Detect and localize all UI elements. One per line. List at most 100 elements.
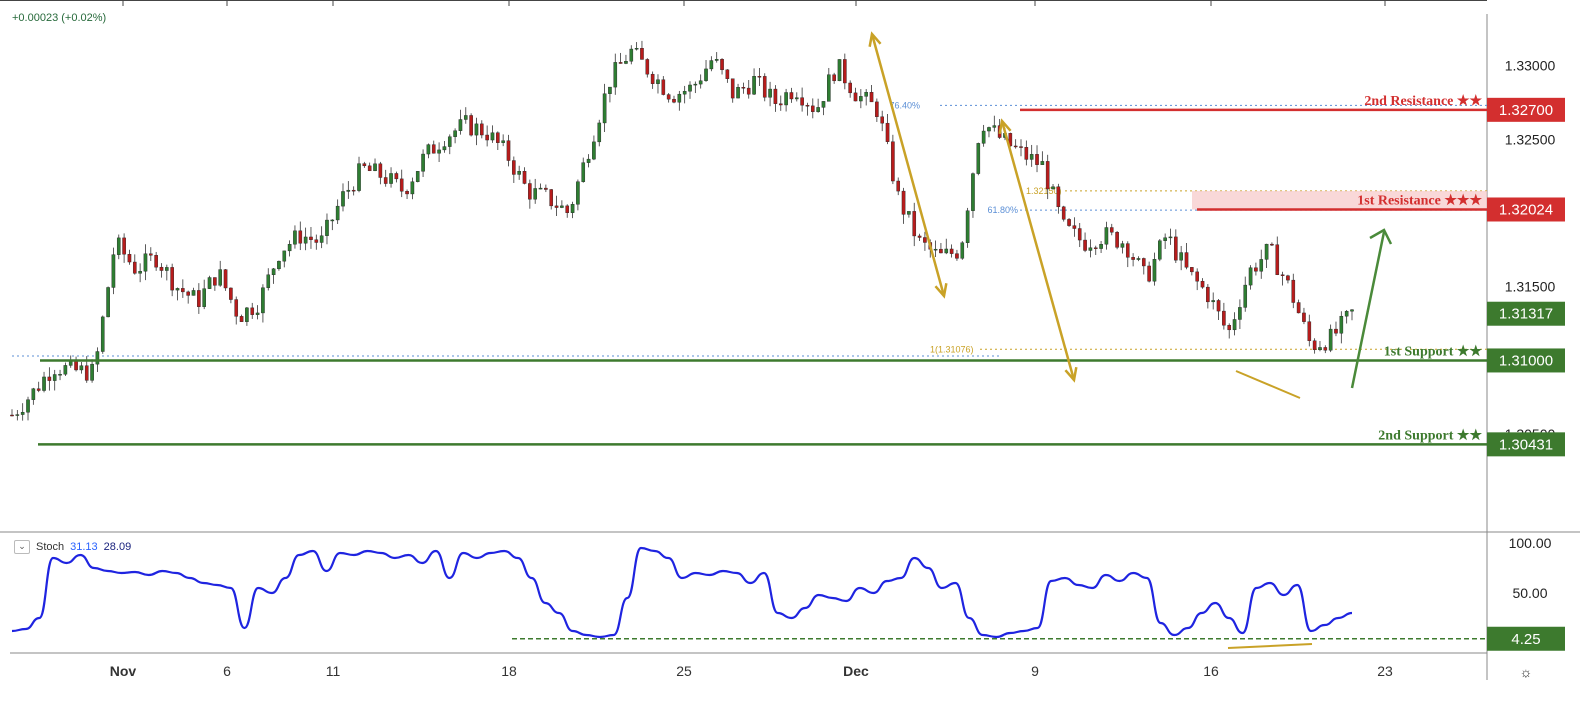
candle-body xyxy=(1045,161,1050,190)
candle xyxy=(682,85,687,104)
candle xyxy=(549,188,554,210)
candle-body xyxy=(992,125,997,128)
candle xyxy=(778,95,783,111)
date-tick-label: Dec xyxy=(843,663,869,679)
candle xyxy=(15,409,20,421)
price-tag-label: 1.32700 xyxy=(1499,102,1553,119)
candle-body xyxy=(981,130,986,144)
candle-body xyxy=(1136,258,1141,260)
candle-body xyxy=(1019,146,1023,148)
candles xyxy=(10,40,1354,421)
candle xyxy=(458,109,463,135)
candle-body xyxy=(47,376,52,381)
candle-body xyxy=(1077,228,1082,241)
candle xyxy=(165,264,169,281)
candle-body xyxy=(688,84,692,92)
candle xyxy=(960,241,965,260)
candle xyxy=(298,221,303,251)
candle xyxy=(640,40,644,60)
candle-body xyxy=(303,236,308,244)
candle xyxy=(1077,222,1082,248)
candle xyxy=(1056,183,1061,214)
candle-body xyxy=(170,267,174,291)
candle xyxy=(261,284,265,323)
candle xyxy=(506,134,511,167)
candle xyxy=(394,171,399,183)
candle xyxy=(570,201,575,219)
candle xyxy=(47,367,52,391)
candle-body xyxy=(100,316,105,352)
candle-body xyxy=(939,248,943,254)
candle-body xyxy=(848,82,852,94)
candle-body xyxy=(709,60,714,70)
candle xyxy=(987,126,991,138)
candle-body xyxy=(250,307,255,315)
candle-body xyxy=(1206,286,1210,303)
candle xyxy=(1296,299,1301,314)
candle xyxy=(223,269,228,291)
price-tag-1-32700: 1.32700 xyxy=(1487,97,1565,122)
candle-body xyxy=(1141,258,1146,267)
price-tick-label: 1.33000 xyxy=(1505,58,1556,74)
candle-body xyxy=(933,248,938,251)
candle xyxy=(624,54,628,65)
candle-body xyxy=(965,210,970,243)
stoch-tag: 4.25 xyxy=(1487,626,1565,651)
candle-body xyxy=(229,287,233,300)
candle-body xyxy=(1115,232,1119,248)
candle xyxy=(1109,223,1114,236)
candle-body xyxy=(1264,243,1269,260)
candle xyxy=(1227,323,1232,339)
candle xyxy=(202,279,206,310)
candle xyxy=(1211,292,1215,310)
candle-body xyxy=(1312,340,1317,351)
candle xyxy=(501,134,505,147)
candle xyxy=(410,177,415,200)
candle xyxy=(1029,144,1034,167)
candle xyxy=(901,187,906,224)
candle-body xyxy=(1328,328,1333,351)
candle-body xyxy=(816,107,820,112)
candle xyxy=(170,263,174,297)
candle-body xyxy=(218,269,223,286)
candle-body xyxy=(1174,236,1178,261)
candle-body xyxy=(186,291,190,296)
candle xyxy=(522,167,527,185)
candle-body xyxy=(1067,219,1071,226)
candle xyxy=(389,167,393,188)
candle-body xyxy=(389,173,393,184)
candle-body xyxy=(955,253,959,259)
candle-body xyxy=(330,219,335,222)
candle xyxy=(330,219,335,231)
candle-body xyxy=(266,274,271,288)
candle-body xyxy=(517,171,521,175)
candle-body xyxy=(1200,280,1205,288)
candle-body xyxy=(421,153,425,172)
candle xyxy=(496,131,500,151)
candle-body xyxy=(698,80,703,85)
candle-body xyxy=(976,143,981,174)
candle-body xyxy=(827,74,831,102)
candle-body xyxy=(378,163,383,178)
candle xyxy=(1259,249,1264,279)
candle xyxy=(1179,245,1183,271)
candle-body xyxy=(1056,186,1061,208)
price-tick-label: 1.32500 xyxy=(1505,131,1556,147)
candle-body xyxy=(175,288,180,291)
candle-body xyxy=(1163,237,1167,241)
candle xyxy=(907,211,911,218)
candle-body xyxy=(1232,319,1237,331)
price-tag-1-30431: 1.30431 xyxy=(1487,432,1565,457)
price-chart[interactable]: 76.40% 61.80% 1.32150) 1(1.31076) 2nd Resis… xyxy=(0,0,1580,714)
candle-body xyxy=(1061,206,1066,220)
candle xyxy=(373,158,377,172)
candle-body xyxy=(1307,321,1312,341)
candle-body xyxy=(1339,315,1344,334)
candle-body xyxy=(773,88,778,104)
candle xyxy=(239,314,244,322)
candle-body xyxy=(394,173,399,180)
candle-body xyxy=(383,177,388,184)
candle-body xyxy=(351,189,356,192)
candle xyxy=(528,179,532,209)
candle-body xyxy=(666,94,671,100)
